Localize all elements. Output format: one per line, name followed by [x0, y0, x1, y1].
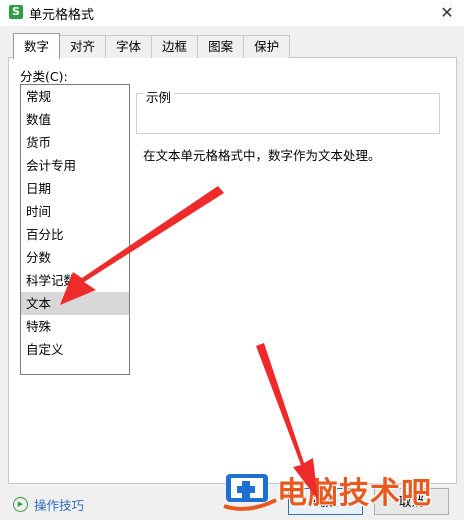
category-item-custom[interactable]: 自定义: [21, 338, 129, 361]
category-item-number[interactable]: 数值: [21, 108, 129, 131]
category-item-scientific[interactable]: 科学记数: [21, 269, 129, 292]
cancel-button[interactable]: 取消: [374, 488, 449, 515]
category-item-currency[interactable]: 货币: [21, 131, 129, 154]
tab-protection[interactable]: 保护: [244, 35, 291, 58]
tab-font[interactable]: 字体: [106, 35, 153, 58]
tab-border[interactable]: 边框: [152, 35, 199, 58]
category-item-fraction[interactable]: 分数: [21, 246, 129, 269]
category-label: 分类(C):: [20, 69, 68, 84]
tab-number[interactable]: 数字: [13, 33, 61, 59]
sample-group: [136, 93, 440, 134]
category-item-special[interactable]: 特殊: [21, 315, 129, 338]
format-description: 在文本单元格格式中，数字作为文本处理。: [143, 148, 381, 163]
category-list[interactable]: 常规 数值 货币 会计专用 日期 时间 百分比 分数 科学记数 文本 特殊 自定…: [20, 84, 130, 375]
category-item-date[interactable]: 日期: [21, 177, 129, 200]
sample-legend: 示例: [143, 87, 175, 106]
category-item-text[interactable]: 文本: [21, 292, 129, 315]
category-item-percentage[interactable]: 百分比: [21, 223, 129, 246]
category-item-general[interactable]: 常规: [21, 85, 129, 108]
tab-pattern[interactable]: 图案: [198, 35, 245, 58]
dialog-title: 单元格格式: [29, 8, 95, 23]
tab-strip: 数字 对齐 字体 边框 图案 保护: [13, 33, 291, 59]
tips-link[interactable]: ▶ 操作技巧: [13, 495, 84, 514]
title-bar: S 单元格格式 ✕: [0, 0, 464, 26]
tab-alignment[interactable]: 对齐: [60, 35, 107, 58]
category-item-time[interactable]: 时间: [21, 200, 129, 223]
play-icon: ▶: [13, 497, 28, 512]
app-icon: S: [9, 5, 23, 19]
close-button[interactable]: ✕: [430, 0, 464, 26]
category-item-accounting[interactable]: 会计专用: [21, 154, 129, 177]
tips-label[interactable]: 操作技巧: [34, 495, 84, 514]
format-cells-dialog: S 单元格格式 ✕ 数字 对齐 字体 边框 图案 保护 分类(C): 常规 数值…: [0, 0, 464, 520]
ok-button[interactable]: 确定: [288, 488, 363, 515]
